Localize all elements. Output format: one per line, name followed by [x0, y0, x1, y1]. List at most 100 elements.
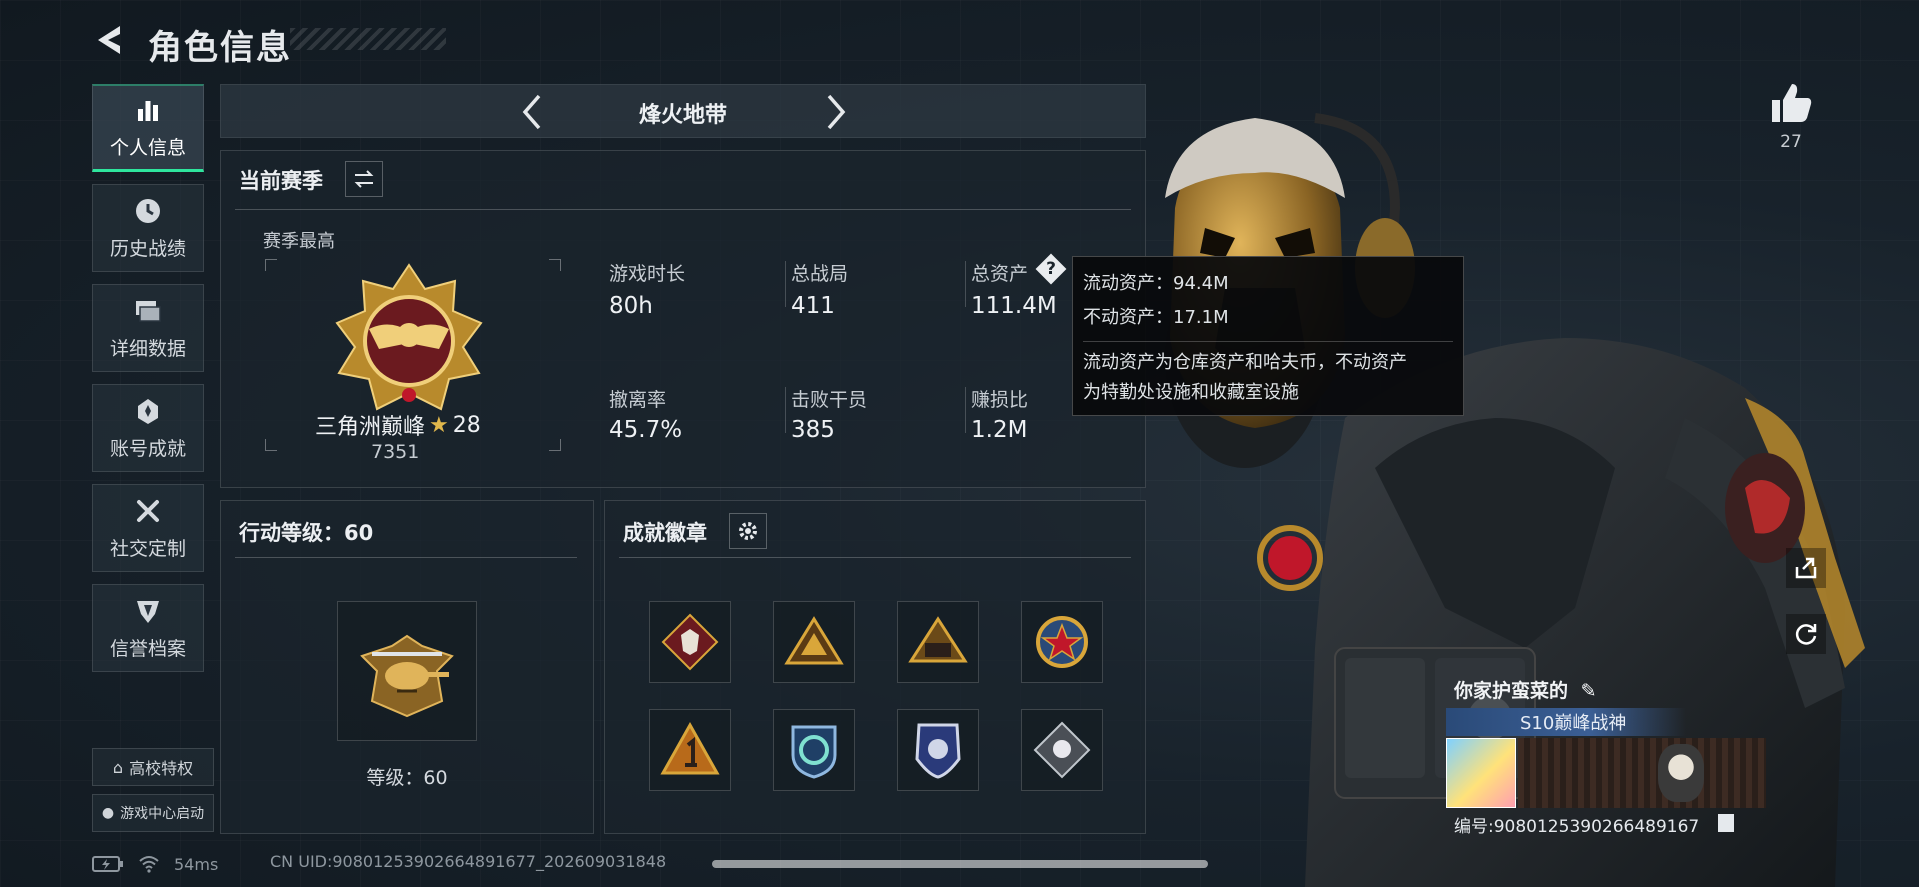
switch-season-button[interactable] [345, 161, 383, 197]
battery-icon [92, 856, 123, 872]
asset-description-line: 为特勤处设施和收藏室设施 [1083, 382, 1299, 403]
asset-description-line: 流动资产为仓库资产和哈夫币，不动资产 [1083, 352, 1407, 373]
sidebar-item-social[interactable]: 社交定制 [92, 484, 204, 572]
stat-value: 80h [609, 293, 653, 319]
liquid-assets: 流动资产：94.4M [1083, 273, 1229, 294]
badges-title: 成就徽章 [623, 521, 707, 545]
app-root: 角色信息 个人信息 历史战绩 详细数据 账号成就 社交定制 信誉档案 ⌂ 高校特… [0, 0, 1919, 887]
badge-one[interactable] [649, 709, 731, 791]
ping-value: 54ms [174, 854, 219, 874]
badge-wolf[interactable] [649, 601, 731, 683]
stat-value: 111.4M [971, 293, 1057, 319]
frame-corner [549, 259, 561, 271]
campus-icon: ⌂ [112, 757, 124, 777]
edit-pencil-icon[interactable]: ✎ [1581, 680, 1597, 702]
pyramid-badge-icon [784, 616, 844, 665]
stat-label: 赚损比 [971, 389, 1029, 411]
season-title: 当前赛季 [239, 169, 323, 193]
stat-label: 总资产 [971, 263, 1029, 285]
player-banner [1518, 738, 1766, 808]
avatar[interactable] [1446, 738, 1516, 808]
frame-corner [549, 439, 561, 451]
season-panel: 当前赛季 赛季最高 三角洲巅峰 ★ 28 7351 游戏时长 80h 总战局 4… [220, 150, 1146, 488]
sidebar-item-detailed-data[interactable]: 详细数据 [92, 284, 204, 372]
badge-recycle[interactable] [773, 709, 855, 791]
asset-tooltip: 流动资产：94.4M 不动资产：17.1M 流动资产为仓库资产和哈夫币，不动资产… [1072, 256, 1464, 416]
badges-panel: 成就徽章 [604, 500, 1146, 834]
helicopter-emblem-icon [360, 634, 454, 718]
stat-label: 总战局 [791, 263, 849, 285]
stat-value: 411 [791, 293, 835, 319]
level-emblem-frame [337, 601, 477, 741]
divider [235, 209, 1131, 210]
next-mode-arrow-icon[interactable] [815, 90, 855, 134]
fixed-assets: 不动资产：17.1M [1083, 307, 1229, 328]
season-best-label: 赛季最高 [263, 231, 335, 252]
tooltip-divider [1083, 341, 1453, 342]
sidebar-item-reputation[interactable]: 信誉档案 [92, 584, 204, 672]
sidebar-item-achievements[interactable]: 账号成就 [92, 384, 204, 472]
frame-corner [265, 259, 277, 271]
horizontal-scrollbar[interactable] [712, 860, 1208, 868]
back-arrow-icon[interactable] [90, 20, 130, 60]
stat-label: 撤离率 [609, 389, 667, 411]
recycle-badge-icon [791, 725, 837, 779]
sidebar-item-history[interactable]: 历史战绩 [92, 184, 204, 272]
level-label: 等级：60 [366, 767, 448, 789]
police-badge-icon [915, 723, 961, 779]
bar-chart-icon [138, 101, 158, 121]
stack-icon [136, 300, 161, 322]
gear-icon [739, 522, 757, 540]
page-title: 角色信息 [148, 28, 292, 68]
copy-icon[interactable] [1718, 814, 1734, 832]
asset-info-button[interactable] [1035, 253, 1067, 285]
share-button[interactable] [1786, 548, 1826, 588]
swap-icon [354, 170, 374, 188]
badge-star[interactable] [1021, 601, 1103, 683]
campus-privilege-button[interactable]: ⌂ 高校特权 [92, 748, 214, 786]
stat-label: 游戏时长 [609, 263, 686, 285]
wifi-icon [139, 856, 159, 873]
action-level-title: 行动等级：60 [239, 521, 374, 545]
player-card: 你家护蛮菜的 ✎ S10巅峰战神 编号:9080125390266489167 [1446, 672, 1826, 842]
player-title: S10巅峰战神 [1520, 713, 1627, 734]
like-count: 27 [1780, 132, 1802, 152]
divider [235, 557, 577, 558]
frame-corner [265, 439, 277, 451]
separator [785, 387, 786, 433]
player-name-text: 你家护蛮菜的 [1454, 680, 1569, 702]
qq-icon: ● [101, 805, 115, 821]
game-center-button[interactable]: ● 游戏中心启动 [92, 794, 214, 832]
badge-pyramid[interactable] [773, 601, 855, 683]
separator [965, 387, 966, 433]
clock-icon [136, 198, 160, 223]
badge-rose[interactable] [1021, 709, 1103, 791]
sidebar-item-label: 信誉档案 [109, 637, 186, 660]
rotate-button[interactable] [1786, 614, 1826, 654]
share-icon [1795, 557, 1817, 579]
player-name: 你家护蛮菜的 ✎ [1454, 676, 1597, 703]
campus-privilege-label: 高校特权 [129, 759, 194, 778]
account-uid: CN UID:9080125390266489167​7_20260903184… [270, 852, 667, 871]
badge-squad[interactable] [897, 601, 979, 683]
separator [965, 261, 966, 307]
mode-selector: 烽火地带 [220, 84, 1146, 138]
sidebar-item-personal-info[interactable]: 个人信息 [92, 84, 204, 172]
stat-label: 击败干员 [791, 389, 868, 411]
rank-score: 7351 [371, 441, 420, 463]
rank-name-row: 三角洲巅峰 ★ 28 [315, 409, 481, 441]
divider [619, 557, 1131, 558]
sidebar-item-label: 历史战绩 [109, 237, 186, 260]
rank-name: 三角洲巅峰 [315, 415, 426, 440]
status-bar: 54ms [92, 852, 218, 876]
player-uid: 编号:9080125390266489167 [1454, 817, 1700, 837]
stat-value: 385 [791, 417, 835, 443]
stat-value: 1.2M [971, 417, 1028, 443]
sidebar-item-label: 个人信息 [109, 137, 186, 159]
like-thumb-icon[interactable] [1768, 80, 1814, 126]
badge-police[interactable] [897, 709, 979, 791]
game-center-label: 游戏中心启动 [120, 806, 205, 822]
player-title-bar: S10巅峰战神 [1446, 708, 1686, 736]
separator [785, 261, 786, 307]
badge-settings-button[interactable] [729, 513, 767, 549]
